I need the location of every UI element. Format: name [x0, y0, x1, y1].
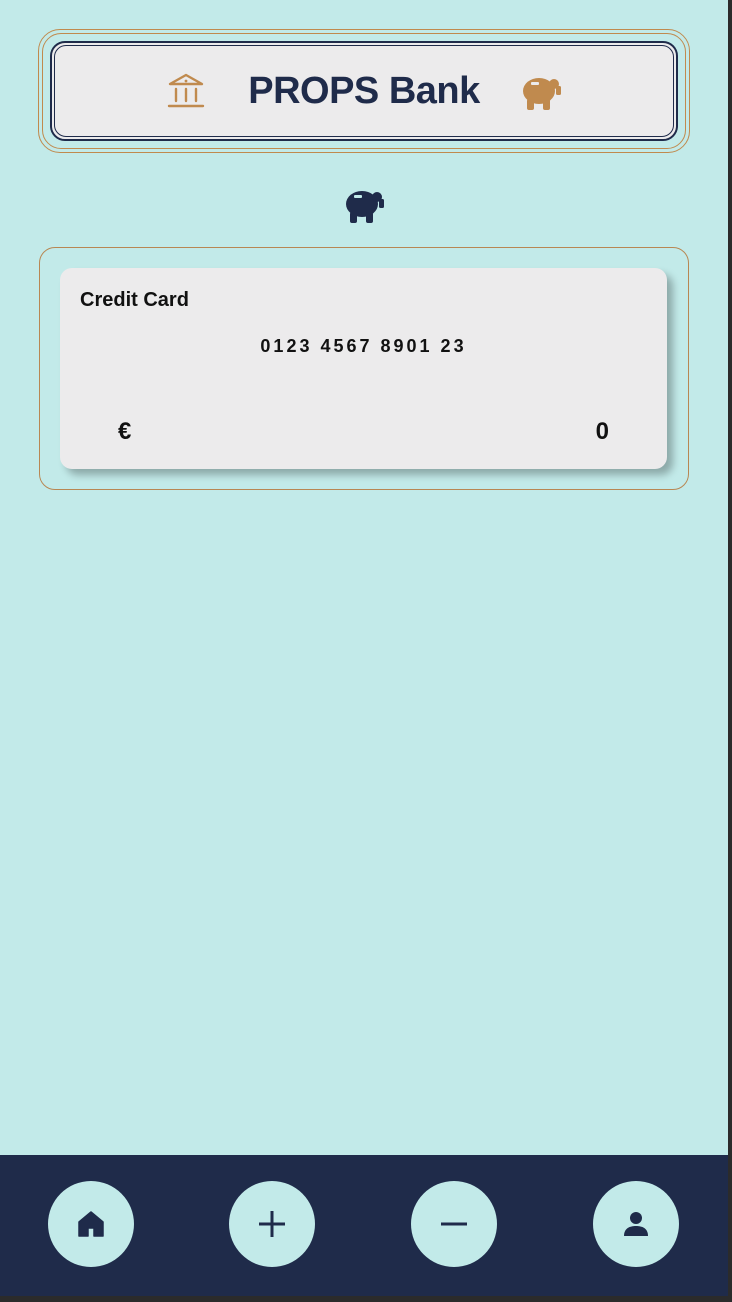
deposit-button[interactable]: [229, 1181, 315, 1267]
bank-icon: [168, 73, 205, 108]
minus-icon: [441, 1222, 467, 1226]
home-button[interactable]: [48, 1181, 134, 1267]
header-content: PROPS Bank: [52, 43, 676, 139]
credit-card[interactable]: Credit Card 0123 4567 8901 23 € 0: [60, 268, 667, 469]
card-number: 0123 4567 8901 23: [260, 336, 467, 356]
piggy-bank-icon: [346, 191, 384, 223]
header-frame-navy: PROPS Bank: [50, 41, 678, 141]
app-title: PROPS Bank: [248, 69, 480, 112]
currency-symbol: €: [118, 418, 132, 445]
home-icon: [78, 1211, 104, 1237]
piggy-bank-icon: [522, 78, 561, 110]
card-balance: 0: [595, 418, 609, 445]
withdraw-button[interactable]: [411, 1181, 497, 1267]
bottom-navigation: [0, 1155, 728, 1296]
card-type-label: Credit Card: [80, 289, 189, 311]
header-frame-gold: PROPS Bank: [42, 33, 686, 149]
plus-icon: [259, 1211, 285, 1237]
profile-button[interactable]: [593, 1181, 679, 1267]
app-screen: PROPS Bank Credit Card 0123 4567 8901 23…: [0, 0, 728, 1296]
header-banner: PROPS Bank: [38, 29, 690, 153]
person-icon: [624, 1212, 648, 1236]
